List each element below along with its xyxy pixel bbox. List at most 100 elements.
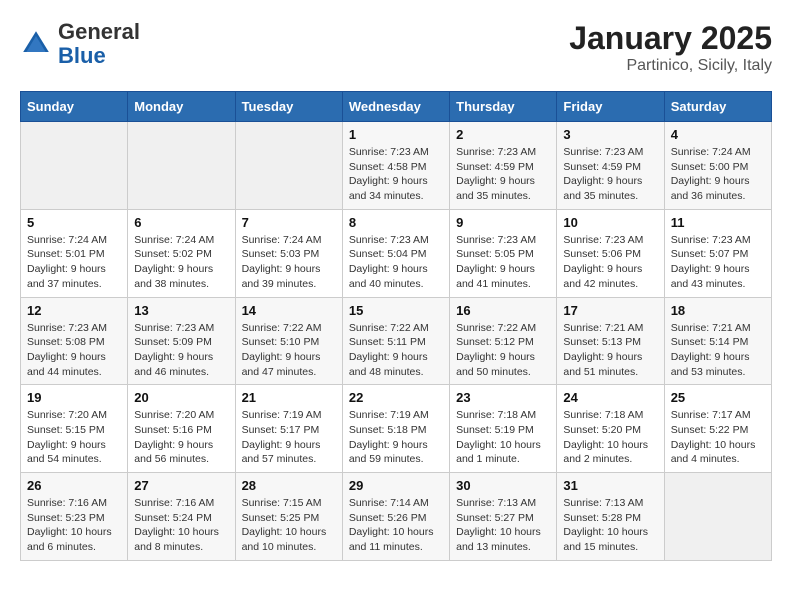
calendar-cell: 1 Sunrise: 7:23 AM Sunset: 4:58 PM Daylig… (342, 122, 449, 210)
weekday-header-tuesday: Tuesday (235, 92, 342, 122)
weekday-header-row: SundayMondayTuesdayWednesdayThursdayFrid… (21, 92, 772, 122)
day-number: 11 (671, 215, 765, 230)
day-number: 17 (563, 303, 657, 318)
cell-info: Sunrise: 7:23 AM Sunset: 5:04 PM Dayligh… (349, 233, 443, 292)
calendar-cell: 16 Sunrise: 7:22 AM Sunset: 5:12 PM Dayli… (450, 297, 557, 385)
calendar-cell (21, 122, 128, 210)
day-number: 5 (27, 215, 121, 230)
calendar-cell: 25Sunrise: 7:17 AM Sunset: 5:22 PM Dayli… (664, 385, 771, 473)
calendar-cell: 31Sunrise: 7:13 AM Sunset: 5:28 PM Dayli… (557, 473, 664, 561)
calendar-cell: 29 Sunrise: 7:14 AM Sunset: 5:26 PM Dayli… (342, 473, 449, 561)
weekday-header-wednesday: Wednesday (342, 92, 449, 122)
calendar-cell: 11 Sunrise: 7:23 AM Sunset: 5:07 PM Dayli… (664, 209, 771, 297)
day-number: 22 (349, 390, 443, 405)
cell-info: Sunrise: 7:24 AM Sunset: 5:00 PM Dayligh… (671, 145, 765, 204)
logo-general-text: General (58, 19, 140, 44)
calendar-cell: 26 Sunrise: 7:16 AM Sunset: 5:23 PM Dayli… (21, 473, 128, 561)
weekday-header-thursday: Thursday (450, 92, 557, 122)
cell-info: Sunrise: 7:21 AM Sunset: 5:13 PM Dayligh… (563, 321, 657, 380)
calendar-cell: 14 Sunrise: 7:22 AM Sunset: 5:10 PM Dayli… (235, 297, 342, 385)
cell-info: Sunrise: 7:22 AM Sunset: 5:11 PM Dayligh… (349, 321, 443, 380)
calendar-week-row: 1 Sunrise: 7:23 AM Sunset: 4:58 PM Daylig… (21, 122, 772, 210)
day-number: 18 (671, 303, 765, 318)
day-number: 7 (242, 215, 336, 230)
cell-info: Sunrise: 7:23 AM Sunset: 4:59 PM Dayligh… (563, 145, 657, 204)
day-number: 15 (349, 303, 443, 318)
calendar-cell (664, 473, 771, 561)
calendar-cell: 23 Sunrise: 7:18 AM Sunset: 5:19 PM Dayli… (450, 385, 557, 473)
day-number: 14 (242, 303, 336, 318)
calendar-cell: 10 Sunrise: 7:23 AM Sunset: 5:06 PM Dayli… (557, 209, 664, 297)
calendar-cell: 28 Sunrise: 7:15 AM Sunset: 5:25 PM Dayli… (235, 473, 342, 561)
day-number: 27 (134, 478, 228, 493)
day-number: 4 (671, 127, 765, 142)
cell-info: Sunrise: 7:22 AM Sunset: 5:12 PM Dayligh… (456, 321, 550, 380)
calendar-cell: 15 Sunrise: 7:22 AM Sunset: 5:11 PM Dayli… (342, 297, 449, 385)
calendar-week-row: 26 Sunrise: 7:16 AM Sunset: 5:23 PM Dayli… (21, 473, 772, 561)
day-number: 30 (456, 478, 550, 493)
calendar-cell: 30 Sunrise: 7:13 AM Sunset: 5:27 PM Dayli… (450, 473, 557, 561)
calendar-cell: 5Sunrise: 7:24 AM Sunset: 5:01 PM Daylig… (21, 209, 128, 297)
cell-info: Sunrise: 7:19 AM Sunset: 5:18 PM Dayligh… (349, 408, 443, 467)
logo-icon (20, 28, 52, 60)
cell-info: Sunrise: 7:20 AM Sunset: 5:16 PM Dayligh… (134, 408, 228, 467)
day-number: 26 (27, 478, 121, 493)
cell-info: Sunrise: 7:23 AM Sunset: 4:59 PM Dayligh… (456, 145, 550, 204)
calendar-cell: 2 Sunrise: 7:23 AM Sunset: 4:59 PM Daylig… (450, 122, 557, 210)
cell-info: Sunrise: 7:24 AM Sunset: 5:02 PM Dayligh… (134, 233, 228, 292)
day-number: 1 (349, 127, 443, 142)
weekday-header-friday: Friday (557, 92, 664, 122)
day-number: 25 (671, 390, 765, 405)
cell-info: Sunrise: 7:23 AM Sunset: 5:07 PM Dayligh… (671, 233, 765, 292)
cell-info: Sunrise: 7:22 AM Sunset: 5:10 PM Dayligh… (242, 321, 336, 380)
day-number: 10 (563, 215, 657, 230)
day-number: 29 (349, 478, 443, 493)
cell-info: Sunrise: 7:19 AM Sunset: 5:17 PM Dayligh… (242, 408, 336, 467)
cell-info: Sunrise: 7:16 AM Sunset: 5:24 PM Dayligh… (134, 496, 228, 555)
day-number: 21 (242, 390, 336, 405)
calendar-cell: 13Sunrise: 7:23 AM Sunset: 5:09 PM Dayli… (128, 297, 235, 385)
day-number: 24 (563, 390, 657, 405)
calendar-cell: 18Sunrise: 7:21 AM Sunset: 5:14 PM Dayli… (664, 297, 771, 385)
title-block: January 2025 Partinico, Sicily, Italy (569, 20, 772, 75)
cell-info: Sunrise: 7:15 AM Sunset: 5:25 PM Dayligh… (242, 496, 336, 555)
calendar-cell: 19 Sunrise: 7:20 AM Sunset: 5:15 PM Dayli… (21, 385, 128, 473)
day-number: 28 (242, 478, 336, 493)
calendar-cell: 21 Sunrise: 7:19 AM Sunset: 5:17 PM Dayli… (235, 385, 342, 473)
cell-info: Sunrise: 7:23 AM Sunset: 5:05 PM Dayligh… (456, 233, 550, 292)
cell-info: Sunrise: 7:20 AM Sunset: 5:15 PM Dayligh… (27, 408, 121, 467)
day-number: 12 (27, 303, 121, 318)
calendar-week-row: 5Sunrise: 7:24 AM Sunset: 5:01 PM Daylig… (21, 209, 772, 297)
day-number: 16 (456, 303, 550, 318)
day-number: 2 (456, 127, 550, 142)
day-number: 19 (27, 390, 121, 405)
day-number: 23 (456, 390, 550, 405)
cell-info: Sunrise: 7:14 AM Sunset: 5:26 PM Dayligh… (349, 496, 443, 555)
cell-info: Sunrise: 7:18 AM Sunset: 5:19 PM Dayligh… (456, 408, 550, 467)
cell-info: Sunrise: 7:23 AM Sunset: 4:58 PM Dayligh… (349, 145, 443, 204)
page-header: General Blue January 2025 Partinico, Sic… (20, 20, 772, 75)
calendar-cell (128, 122, 235, 210)
calendar-cell: 17 Sunrise: 7:21 AM Sunset: 5:13 PM Dayli… (557, 297, 664, 385)
cell-info: Sunrise: 7:24 AM Sunset: 5:03 PM Dayligh… (242, 233, 336, 292)
calendar-cell: 22 Sunrise: 7:19 AM Sunset: 5:18 PM Dayli… (342, 385, 449, 473)
cell-info: Sunrise: 7:16 AM Sunset: 5:23 PM Dayligh… (27, 496, 121, 555)
day-number: 8 (349, 215, 443, 230)
logo: General Blue (20, 20, 140, 68)
location-text: Partinico, Sicily, Italy (569, 57, 772, 75)
calendar-cell: 6Sunrise: 7:24 AM Sunset: 5:02 PM Daylig… (128, 209, 235, 297)
month-title: January 2025 (569, 20, 772, 57)
cell-info: Sunrise: 7:23 AM Sunset: 5:09 PM Dayligh… (134, 321, 228, 380)
day-number: 3 (563, 127, 657, 142)
calendar-cell: 9 Sunrise: 7:23 AM Sunset: 5:05 PM Daylig… (450, 209, 557, 297)
cell-info: Sunrise: 7:23 AM Sunset: 5:06 PM Dayligh… (563, 233, 657, 292)
calendar-cell: 20Sunrise: 7:20 AM Sunset: 5:16 PM Dayli… (128, 385, 235, 473)
calendar-cell: 12Sunrise: 7:23 AM Sunset: 5:08 PM Dayli… (21, 297, 128, 385)
day-number: 9 (456, 215, 550, 230)
calendar-cell: 8 Sunrise: 7:23 AM Sunset: 5:04 PM Daylig… (342, 209, 449, 297)
cell-info: Sunrise: 7:13 AM Sunset: 5:28 PM Dayligh… (563, 496, 657, 555)
weekday-header-saturday: Saturday (664, 92, 771, 122)
weekday-header-sunday: Sunday (21, 92, 128, 122)
cell-info: Sunrise: 7:13 AM Sunset: 5:27 PM Dayligh… (456, 496, 550, 555)
logo-blue-text: Blue (58, 43, 106, 68)
